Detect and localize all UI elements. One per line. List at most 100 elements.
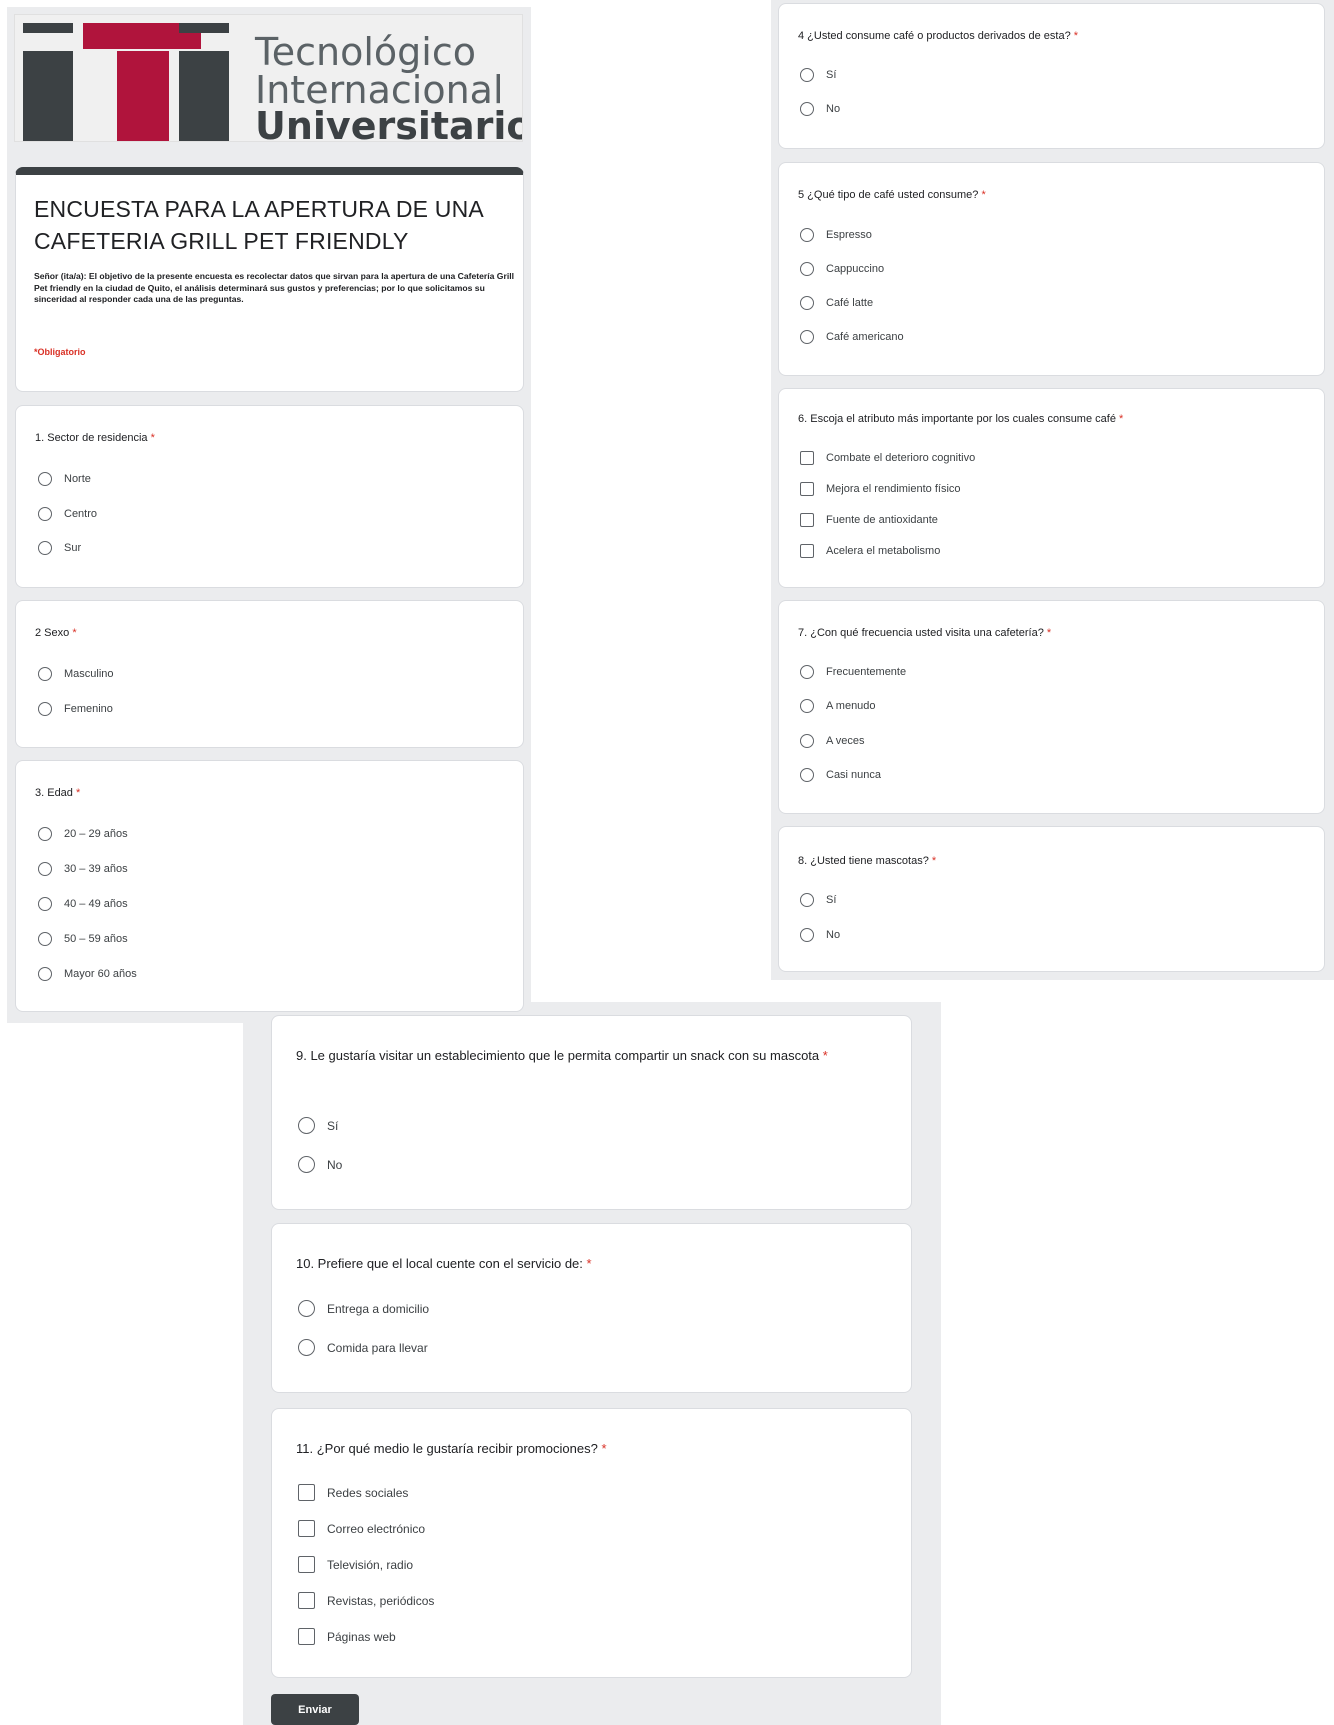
radio-button[interactable] — [800, 893, 814, 907]
checkbox[interactable] — [298, 1592, 315, 1609]
option-row[interactable]: Casi nunca — [800, 768, 881, 782]
option-row[interactable]: Norte — [38, 472, 91, 486]
radio-button[interactable] — [38, 667, 52, 681]
option-row[interactable]: No — [800, 102, 840, 116]
radio-button[interactable] — [800, 102, 814, 116]
option-row[interactable]: Sí — [298, 1117, 338, 1134]
option-row[interactable]: 20 – 29 años — [38, 827, 128, 841]
question-title-text: 11. ¿Por qué medio le gustaría recibir p… — [296, 1441, 598, 1456]
submit-button[interactable]: Enviar — [271, 1694, 359, 1725]
option-row[interactable]: Frecuentemente — [800, 665, 906, 679]
option-row[interactable]: Acelera el metabolismo — [800, 544, 940, 558]
checkbox[interactable] — [800, 451, 814, 465]
option-row[interactable]: Espresso — [800, 228, 872, 242]
checkbox[interactable] — [298, 1484, 315, 1501]
option-row[interactable]: Correo electrónico — [298, 1520, 425, 1537]
option-row[interactable]: Centro — [38, 507, 97, 521]
question-title-text: 10. Prefiere que el local cuente con el … — [296, 1256, 583, 1271]
option-row[interactable]: Televisión, radio — [298, 1556, 413, 1573]
option-row[interactable]: A veces — [800, 734, 865, 748]
option-label: Páginas web — [327, 1629, 396, 1644]
radio-button[interactable] — [800, 228, 814, 242]
option-row[interactable]: Páginas web — [298, 1628, 396, 1645]
option-row[interactable]: Comida para llevar — [298, 1339, 428, 1356]
radio-button[interactable] — [800, 296, 814, 310]
radio-button[interactable] — [298, 1300, 315, 1317]
option-row[interactable]: Sur — [38, 541, 81, 555]
option-row[interactable]: No — [800, 928, 840, 942]
radio-button[interactable] — [800, 330, 814, 344]
question-title-text: 2 Sexo — [35, 627, 70, 639]
option-row[interactable]: Fuente de antioxidante — [800, 513, 938, 527]
option-row[interactable]: Femenino — [38, 702, 113, 716]
radio-button[interactable] — [38, 507, 52, 521]
option-row[interactable]: Masculino — [38, 667, 114, 681]
question-title: 10. Prefiere que el local cuente con el … — [296, 1256, 592, 1271]
radio-button[interactable] — [38, 827, 52, 841]
question-title: 9. Le gustaría visitar un establecimient… — [296, 1044, 886, 1068]
option-row[interactable]: 40 – 49 años — [38, 897, 128, 911]
university-logo: Tecnológico Internacional Universitario — [14, 14, 533, 148]
iti-logo-mark: Tecnológico Internacional Universitario — [23, 23, 533, 148]
question-title-text: 8. ¿Usted tiene mascotas? — [798, 855, 929, 867]
radio-button[interactable] — [38, 967, 52, 981]
radio-button[interactable] — [800, 699, 814, 713]
form-description: Señor (ita/a): El objetivo de la present… — [34, 271, 514, 304]
question-card-10: 10. Prefiere que el local cuente con el … — [271, 1223, 912, 1393]
radio-button[interactable] — [800, 734, 814, 748]
radio-button[interactable] — [38, 541, 52, 555]
option-label: No — [826, 103, 841, 115]
option-label: No — [826, 929, 841, 941]
radio-button[interactable] — [38, 472, 52, 486]
radio-button[interactable] — [800, 665, 814, 679]
radio-button[interactable] — [298, 1156, 315, 1173]
checkbox[interactable] — [298, 1520, 315, 1537]
option-row[interactable]: Entrega a domicilio — [298, 1300, 429, 1317]
checkbox[interactable] — [800, 482, 814, 496]
option-row[interactable]: Revistas, periódicos — [298, 1592, 434, 1609]
radio-button[interactable] — [38, 897, 52, 911]
radio-button[interactable] — [298, 1117, 315, 1134]
option-row[interactable]: Mejora el rendimiento físico — [800, 482, 961, 496]
radio-button[interactable] — [800, 262, 814, 276]
option-label: Espresso — [826, 229, 872, 241]
checkbox[interactable] — [298, 1628, 315, 1645]
option-row[interactable]: Mayor 60 años — [38, 967, 137, 981]
option-label: Televisión, radio — [327, 1557, 414, 1572]
radio-button[interactable] — [800, 68, 814, 82]
option-label: Redes sociales — [327, 1485, 409, 1500]
question-title-text: 5 ¿Qué tipo de café usted consume? — [798, 189, 979, 201]
option-row[interactable]: Combate el deterioro cognitivo — [800, 451, 975, 465]
question-title: 3. Edad * — [35, 787, 80, 799]
radio-button[interactable] — [800, 928, 814, 942]
radio-button[interactable] — [38, 862, 52, 876]
checkbox[interactable] — [298, 1556, 315, 1573]
question-title: 6. Escoja el atributo más importante por… — [798, 413, 1123, 425]
option-label: Femenino — [64, 703, 113, 715]
option-label: A menudo — [826, 700, 876, 712]
radio-button[interactable] — [38, 932, 52, 946]
option-row[interactable]: No — [298, 1156, 342, 1173]
option-row[interactable]: A menudo — [800, 699, 876, 713]
form-title: ENCUESTA PARA LA APERTURA DE UNA CAFETER… — [34, 196, 483, 254]
checkbox[interactable] — [800, 544, 814, 558]
option-row[interactable]: Café americano — [800, 330, 904, 344]
question-title: 11. ¿Por qué medio le gustaría recibir p… — [296, 1441, 607, 1456]
option-row[interactable]: Sí — [800, 68, 836, 82]
option-row[interactable]: Redes sociales — [298, 1484, 408, 1501]
option-row[interactable]: 50 – 59 años — [38, 932, 128, 946]
option-row[interactable]: Sí — [800, 893, 836, 907]
required-marker: * — [1073, 30, 1079, 42]
question-card-1: 1. Sector de residencia * Norte Centro S… — [15, 405, 524, 588]
option-row[interactable]: Cappuccino — [800, 262, 884, 276]
radio-button[interactable] — [38, 702, 52, 716]
option-row[interactable]: Café latte — [800, 296, 873, 310]
required-marker: * — [586, 1256, 592, 1271]
radio-button[interactable] — [800, 768, 814, 782]
question-card-3: 3. Edad * 20 – 29 años 30 – 39 años 40 –… — [15, 760, 524, 1012]
radio-button[interactable] — [298, 1339, 315, 1356]
question-title: 7. ¿Con qué frecuencia usted visita una … — [798, 627, 1051, 639]
option-row[interactable]: 30 – 39 años — [38, 862, 128, 876]
required-marker: * — [981, 189, 986, 201]
checkbox[interactable] — [800, 513, 814, 527]
